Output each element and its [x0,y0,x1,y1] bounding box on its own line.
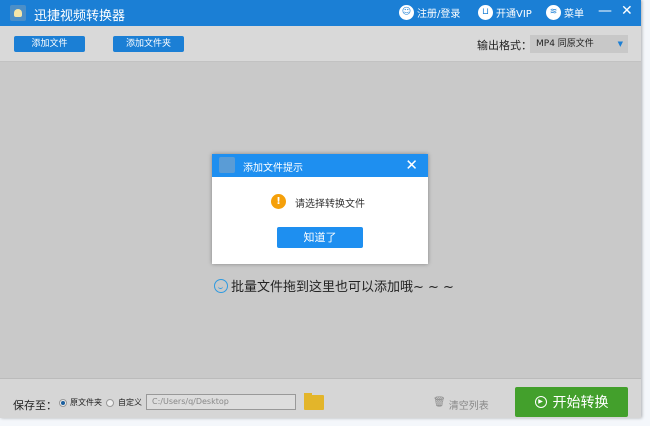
menu-button[interactable]: ≋ 菜单 [546,5,584,20]
dialog-header: 添加文件提示 ✕ [212,154,428,177]
vip-button[interactable]: ⊔ 开通VIP [478,5,532,20]
toolbar: 添加文件 添加文件夹 输出格式： MP4 同原文件 ▼ [0,26,641,62]
trash-icon: 🗑 [433,397,446,408]
bottom-bar: 保存至： 原文件夹 自定义 C:/Users/q/Desktop 🗑 清空列表 ▶… [0,378,641,418]
clear-list-label: 清空列表 [448,401,489,412]
app-window: 迅捷视频转换器 ☺ 注册/登录 ⊔ 开通VIP ≋ 菜单 — ✕ 添加文件 添加文件夹… [0,0,641,418]
format-select[interactable]: MP4 同原文件 ▼ [530,35,628,53]
layers-icon: ≋ [546,5,561,20]
dialog-close-icon[interactable]: ✕ [405,156,418,174]
warning-icon: ! [271,194,286,209]
add-file-button[interactable]: 添加文件 [14,36,85,52]
cart-icon: ⊔ [478,5,493,20]
save-path-input[interactable]: C:/Users/q/Desktop [146,394,296,410]
save-to-label: 保存至： [13,399,57,412]
folder-icon[interactable] [304,393,324,410]
title-bar: 迅捷视频转换器 ☺ 注册/登录 ⊔ 开通VIP ≋ 菜单 — ✕ [0,0,641,26]
user-icon: ☺ [399,5,414,20]
app-logo-icon [219,157,235,173]
app-title: 迅捷视频转换器 [34,9,126,24]
clear-list-button[interactable]: 🗑 清空列表 [433,397,489,412]
add-file-dialog: 添加文件提示 ✕ ! 请选择转换文件 知道了 [212,154,428,264]
custom-label[interactable]: 自定义 [118,397,142,408]
drop-hint-text: 批量文件拖到这里也可以添加哦~ ~ ~ [231,280,454,295]
start-label: 开始转换 [552,395,609,411]
original-folder-label[interactable]: 原文件夹 [70,397,102,408]
add-folder-button[interactable]: 添加文件夹 [113,36,184,52]
ok-button[interactable]: 知道了 [277,227,363,248]
radio-original-folder[interactable] [59,399,67,407]
close-button[interactable]: ✕ [621,3,633,19]
play-icon: ▶ [534,396,547,408]
drop-hint: 批量文件拖到这里也可以添加哦~ ~ ~ [214,276,454,295]
radio-custom[interactable] [106,399,114,407]
start-convert-button[interactable]: ▶ 开始转换 [515,387,628,417]
dialog-message: 请选择转换文件 [295,199,365,210]
menu-label: 菜单 [564,9,584,20]
format-label: 输出格式： [477,39,532,52]
vip-label: 开通VIP [496,9,532,20]
login-button[interactable]: ☺ 注册/登录 [399,5,460,20]
chevron-down-icon: ▼ [617,40,623,48]
dialog-title: 添加文件提示 [243,163,303,174]
minimize-button[interactable]: — [598,3,612,19]
login-label: 注册/登录 [417,9,461,20]
app-logo-icon [10,5,26,21]
smile-icon [214,278,228,293]
format-value: MP4 同原文件 [536,39,594,49]
